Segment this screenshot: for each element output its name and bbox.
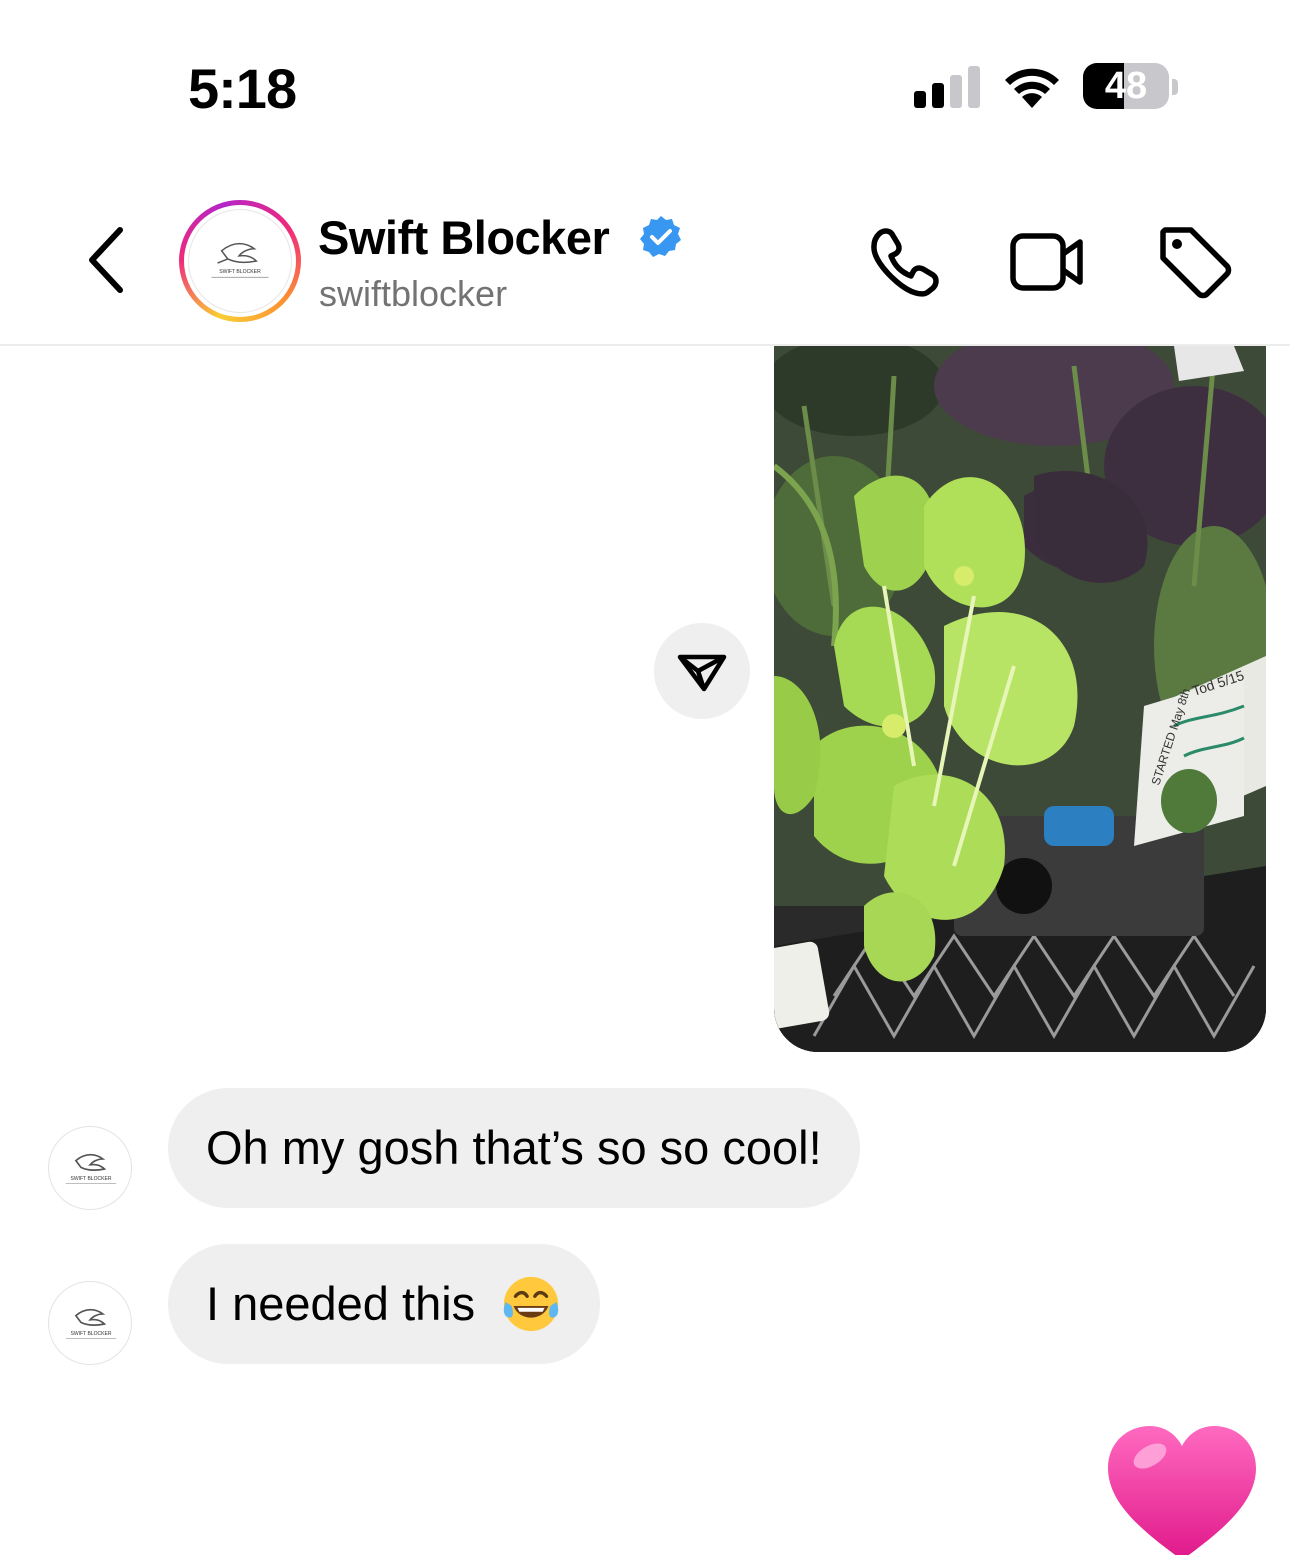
logo-text: SWIFT BLOCKER — [70, 1176, 111, 1182]
logo-text: SWIFT BLOCKER — [70, 1331, 111, 1337]
verified-badge-icon — [640, 216, 681, 257]
battery-level: 48 — [1104, 65, 1148, 107]
sender-avatar[interactable]: SWIFT BLOCKER — [48, 1126, 132, 1210]
contact-name[interactable]: Swift Blocker — [318, 210, 610, 266]
swift-blocker-logo: SWIFT BLOCKER — [65, 1308, 117, 1339]
shared-image-message[interactable]: Tod 5/15 STARTED May 8th — [774, 346, 1266, 1052]
battery-icon: 48 — [1083, 63, 1169, 109]
wifi-icon — [1005, 68, 1059, 108]
message-text: I needed this — [206, 1277, 476, 1330]
swift-blocker-logo: SWIFT BLOCKER — [65, 1153, 117, 1184]
contact-avatar[interactable]: SWIFT BLOCKER — [179, 200, 301, 322]
battery-cap — [1172, 79, 1178, 95]
tag-icon[interactable] — [1155, 222, 1235, 302]
plant-photo: Tod 5/15 STARTED May 8th — [774, 346, 1266, 1052]
message-bubble-incoming[interactable]: I needed this — [168, 1244, 601, 1364]
video-camera-icon[interactable] — [1008, 222, 1088, 302]
pink-heart-emoji-icon[interactable] — [1104, 1424, 1260, 1555]
message-bubble-incoming[interactable]: Oh my gosh that’s so so cool! — [168, 1088, 860, 1208]
status-time: 5:18 — [188, 57, 297, 120]
paper-plane-icon — [677, 654, 727, 692]
dm-thread-screen: 5:18 48 SWIFT BLOCKER Swift Blocker swif… — [0, 0, 1290, 1555]
message-text: Oh my gosh that’s so so cool! — [206, 1121, 822, 1174]
share-forward-button[interactable] — [654, 623, 750, 719]
sender-avatar[interactable]: SWIFT BLOCKER — [48, 1281, 132, 1365]
swift-blocker-logo: SWIFT BLOCKER — [188, 209, 292, 313]
cellular-signal-icon — [914, 66, 984, 108]
contact-handle[interactable]: swiftblocker — [319, 272, 507, 316]
tears-of-joy-emoji-icon — [504, 1276, 559, 1331]
phone-icon[interactable] — [865, 222, 945, 302]
chevron-left-icon[interactable] — [82, 222, 132, 298]
logo-text: SWIFT BLOCKER — [219, 269, 261, 275]
